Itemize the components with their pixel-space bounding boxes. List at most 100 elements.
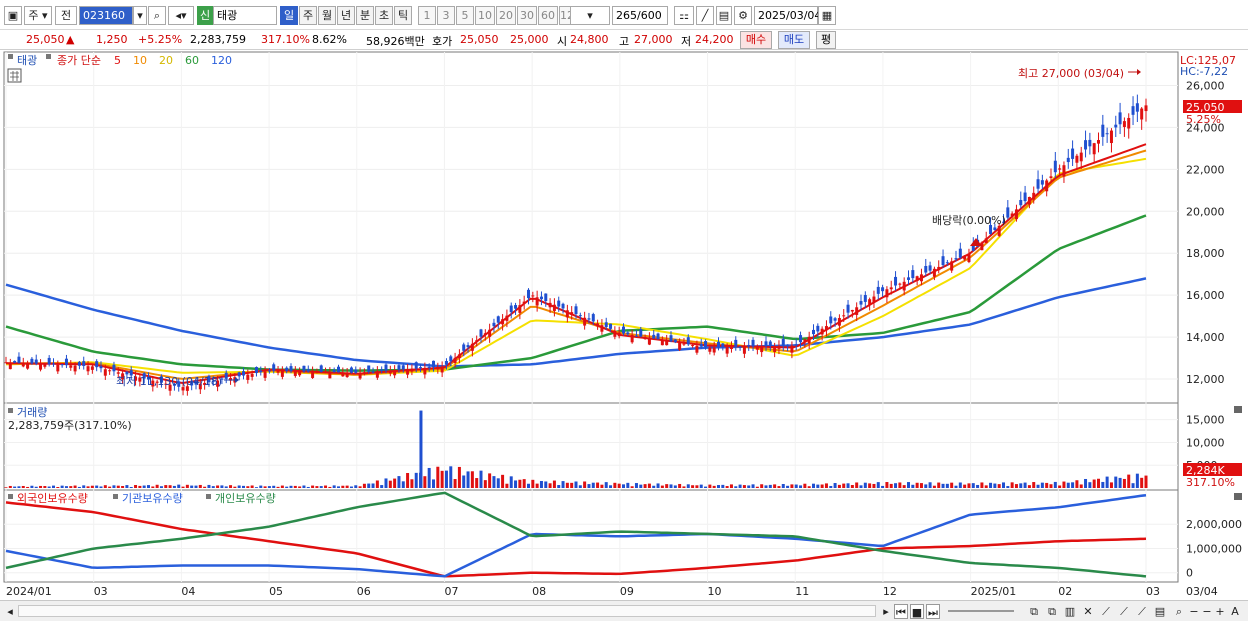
candle-body (263, 371, 267, 378)
volume-bar (609, 485, 613, 488)
period-tab-6[interactable]: 틱 (394, 6, 412, 25)
save-icon[interactable]: ▤ (716, 6, 732, 25)
candle-body (52, 363, 55, 365)
volume-bar (1014, 484, 1018, 488)
volume-bar (1140, 477, 1144, 488)
stock-name-field[interactable]: 태광 (213, 6, 277, 25)
fast-forward-icon[interactable]: ⏭ (926, 604, 940, 619)
fib-tool-icon[interactable]: ⟋ (1116, 604, 1132, 619)
crosshair-icon[interactable]: ✕ (1080, 604, 1096, 619)
interval-tab-6[interactable]: 60 (538, 6, 558, 25)
volume-bar (1071, 482, 1075, 488)
candle-body (881, 287, 885, 292)
bid-label: 호가 (432, 35, 453, 48)
holdings-panel-close-icon[interactable] (1234, 493, 1242, 500)
price-tick-label: 20,000 (1186, 205, 1225, 218)
volume-bar (475, 478, 479, 488)
scroll-track[interactable] (18, 605, 876, 617)
layout-a-icon[interactable]: ⧉ (1026, 604, 1042, 619)
draw-tool-icon[interactable]: ╱ (696, 6, 714, 25)
chart-area[interactable]: 12,000 14,000 16,000 18,000 20,000 22,000 24,0… (0, 50, 1248, 600)
count-field[interactable]: 265/600 (612, 6, 668, 25)
scroll-right-icon[interactable]: ▸ (880, 604, 892, 619)
layout-c-icon[interactable]: ▥ (1062, 604, 1078, 619)
volume-bar (56, 487, 60, 488)
candle-body (1088, 139, 1092, 147)
period-tab-1[interactable]: 주 (299, 6, 317, 25)
volume-bar (1135, 473, 1139, 488)
holding-line-2 (5, 491, 1147, 578)
grid-toggle-icon[interactable] (7, 68, 22, 83)
stop-icon[interactable]: ■ (910, 604, 924, 619)
candle-body (695, 345, 699, 353)
interval-tab-3[interactable]: 10 (475, 6, 495, 25)
buy-button[interactable]: 매수 (740, 31, 772, 49)
code-input[interactable]: 023160 (79, 6, 133, 25)
candle-body (894, 276, 898, 286)
indicator-icon[interactable]: ⚏ (674, 6, 694, 25)
volume-bar (842, 483, 846, 488)
candle-body (267, 370, 271, 372)
type-select[interactable]: 주 ▾ (24, 6, 52, 25)
zoom-reset-icon[interactable]: − (1202, 604, 1212, 619)
calendar-icon[interactable]: ▦ (818, 6, 836, 25)
interval-tab-2[interactable]: 5 (456, 6, 474, 25)
chart-svg[interactable]: 12,00014,00016,00018,00020,00022,00024,0… (0, 50, 1248, 600)
zoom-slider[interactable] (948, 610, 1014, 612)
current-price: 25,050 (26, 33, 65, 46)
volume-bar (812, 483, 815, 488)
candle-body (69, 365, 73, 368)
volume-bar (47, 486, 51, 488)
pattern-tool-icon[interactable]: ⟋ (1134, 604, 1150, 619)
volume-bar (755, 486, 759, 488)
speaker-icon[interactable]: ◂▾ (168, 6, 194, 25)
interval-tab-4[interactable]: 20 (496, 6, 516, 25)
zoom-in-icon[interactable]: + (1214, 604, 1226, 619)
period-tab-3[interactable]: 년 (337, 6, 355, 25)
interval-tab-5[interactable]: 30 (517, 6, 537, 25)
volume-bar (1109, 482, 1113, 488)
period-tab-4[interactable]: 분 (356, 6, 374, 25)
volume-panel-close-icon[interactable] (1234, 406, 1242, 413)
gear-icon[interactable]: ⚙ (734, 6, 752, 25)
type-label: 주 (28, 9, 39, 22)
print-icon[interactable]: ▤ (1152, 604, 1168, 619)
candle-body (725, 347, 729, 354)
rewind-icon[interactable]: ⏮ (894, 604, 908, 619)
volume-bar (647, 483, 651, 488)
candle-body (254, 367, 258, 374)
trend-tool-icon[interactable]: ⟋ (1098, 604, 1114, 619)
dividend-marker-icon (970, 238, 982, 246)
font-size-icon[interactable]: A (1228, 604, 1242, 619)
volume-bar (898, 482, 902, 488)
interval-tab-0[interactable]: 1 (418, 6, 436, 25)
date-field[interactable]: 2025/03/04 (754, 6, 821, 25)
candle-body (777, 345, 781, 349)
period-tab-5[interactable]: 초 (375, 6, 393, 25)
period-tab-0[interactable]: 일 (280, 6, 298, 25)
zoom-icon[interactable]: ⌕ (1172, 604, 1186, 619)
candle-body (479, 329, 483, 337)
layout-icon[interactable]: ▣ (4, 6, 22, 25)
candle-body (924, 265, 928, 273)
zoom-out-icon[interactable]: − (1188, 604, 1200, 619)
interval-tab-1[interactable]: 3 (437, 6, 455, 25)
volume-subtitle: 2,283,759주(317.10%) (8, 419, 132, 432)
interval-dropdown-icon[interactable]: ▾ (570, 6, 610, 25)
candle-body (26, 363, 30, 369)
market-button[interactable]: 전 (55, 6, 77, 25)
volume-bar (151, 486, 155, 488)
scroll-left-icon[interactable]: ◂ (4, 604, 16, 619)
code-dropdown-icon[interactable]: ▾ (133, 6, 147, 25)
eval-button[interactable]: 평 (816, 31, 836, 49)
time-tick-label: 2025/01 (971, 585, 1017, 598)
search-icon[interactable]: ⌕ (148, 6, 166, 25)
time-tick-label: 08 (532, 585, 546, 598)
candle-body (548, 302, 552, 308)
sell-button[interactable]: 매도 (778, 31, 810, 49)
volume-bar (790, 484, 794, 488)
period-tab-2[interactable]: 월 (318, 6, 336, 25)
volume-bar (634, 483, 638, 488)
scroll-bar[interactable]: ◂ ▸ ⏮ ■ ⏭ ⧉ ⧉ ▥ ✕ ⟋ ⟋ ⟋ ▤ ⌕ − − + A (0, 600, 1248, 621)
layout-b-icon[interactable]: ⧉ (1044, 604, 1060, 619)
